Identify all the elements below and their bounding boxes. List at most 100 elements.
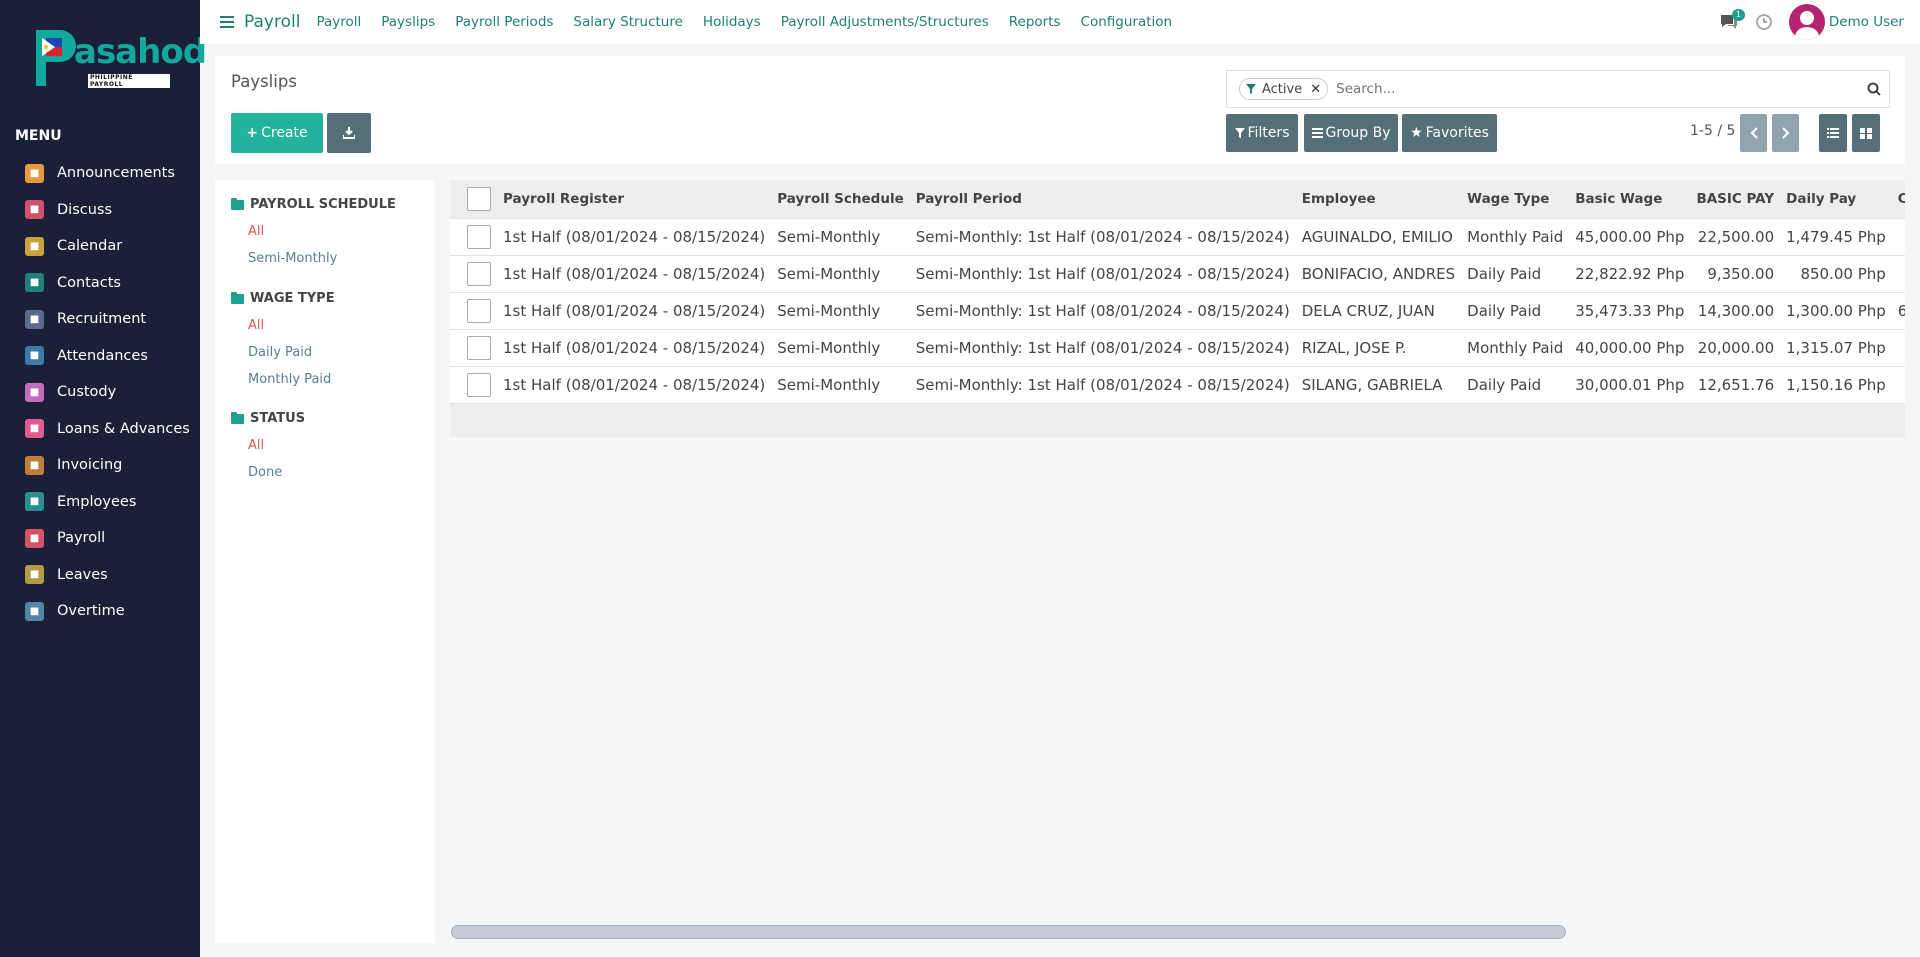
list-view-button[interactable] [1819,114,1847,152]
app-icon: ■ [25,419,44,439]
chat-icon[interactable]: 1 [1719,9,1745,31]
logo-text: asahod [74,32,207,72]
sidebar-item-discuss[interactable]: ■ Discuss [0,192,200,229]
filter-option[interactable]: All [248,438,305,453]
nav-link-holidays[interactable]: Holidays [703,14,761,30]
table-row[interactable]: 1st Half (08/01/2024 - 08/15/2024) Semi-M… [450,328,1905,366]
create-button-label: Create [261,125,308,141]
filter-option[interactable]: All [248,318,335,333]
table-cell: Daily Paid [1461,291,1570,329]
sidebar-item-contacts[interactable]: ■ Contacts [0,265,200,302]
sidebar-item-custody[interactable]: ■ Custody [0,374,200,411]
sidebar-item-attendances[interactable]: ■ Attendances [0,338,200,375]
row-checkbox[interactable] [467,298,491,323]
row-select-cell [450,291,497,329]
logo-p-icon [36,30,76,86]
column-header[interactable]: BASIC PAY [1690,180,1781,218]
sidebar-item-label: Overtime [57,603,125,620]
app-title[interactable]: Payroll [244,12,300,32]
favorites-button[interactable]: ★ Favorites [1402,114,1497,152]
sidebar-item-label: Discuss [57,201,113,218]
nav-link-payslips[interactable]: Payslips [381,14,435,30]
filter-option[interactable]: Daily Paid [248,345,335,360]
select-all-checkbox[interactable] [467,186,491,211]
row-select-cell [450,328,497,366]
horizontal-scrollbar[interactable] [451,925,1566,939]
folder-icon [231,197,244,210]
user-avatar[interactable] [1788,4,1825,40]
sidebar-item-loans-advances[interactable]: ■ Loans & Advances [0,411,200,448]
sidebar-item-announcements[interactable]: ■ Announcements [0,155,200,192]
filter-option[interactable]: Semi-Monthly [248,251,396,266]
kanban-view-button[interactable] [1852,114,1880,152]
user-name[interactable]: Demo User [1829,14,1904,30]
nav-link-payroll[interactable]: Payroll [316,14,361,30]
filter-option[interactable]: Monthly Paid [248,372,335,387]
pager-previous-button[interactable] [1740,114,1767,152]
row-select-cell [450,365,497,403]
table-row[interactable]: 1st Half (08/01/2024 - 08/15/2024) Semi-M… [450,217,1905,255]
filter-option[interactable]: Done [248,465,305,480]
row-checkbox[interactable] [467,224,491,249]
nav-links: Payroll Payslips Payroll Periods Salary Str… [316,14,1192,30]
payslips-table: Payroll Register Payroll Schedule Payroll … [450,180,1905,437]
create-button[interactable]: + Create [231,113,323,153]
row-checkbox[interactable] [467,372,491,397]
table-cell: AGUINALDO, EMILIO [1295,217,1462,255]
nav-link-payroll-periods[interactable]: Payroll Periods [455,14,553,30]
hamburger-menu-icon[interactable] [220,16,234,28]
nav-link-payroll-adjustments-structures[interactable]: Payroll Adjustments/Structures [781,14,989,30]
row-checkbox[interactable] [467,335,491,360]
sidebar-item-label: Loans & Advances [57,420,190,437]
app-icon: ■ [25,273,44,293]
row-select-cell [450,217,497,255]
search-facet-active[interactable]: Active ✕ [1239,78,1329,100]
menu-list: ■ Announcements ■ Discuss ■ Calendar ■ Contacts… [0,155,200,630]
sidebar-item-recruitment[interactable]: ■ Recruitment [0,301,200,338]
table-cell: Semi-Monthly [771,328,910,366]
pager-value[interactable]: 1-5 / 5 [1690,123,1735,139]
row-checkbox[interactable] [467,261,491,286]
table-cell: Semi-Monthly: 1st Half (08/01/2024 - 08/… [909,217,1296,255]
download-button[interactable] [327,113,371,153]
clock-icon[interactable] [1755,13,1773,31]
pasahod-logo[interactable]: asahod PHILIPPINE PAYROLL [30,22,207,88]
pager-next-button[interactable] [1772,114,1799,152]
remove-facet-icon[interactable]: ✕ [1310,82,1321,97]
section-header: STATUS [231,411,305,426]
nav-link-configuration[interactable]: Configuration [1081,14,1173,30]
column-header[interactable]: Payroll Register [497,180,772,218]
sidebar-item-overtime[interactable]: ■ Overtime [0,593,200,630]
search-icon[interactable] [1867,82,1881,96]
filters-button[interactable]: Filters [1226,114,1298,152]
table-cell [1891,217,1905,255]
sidebar-item-invoicing[interactable]: ■ Invoicing [0,447,200,484]
sidebar-item-leaves[interactable]: ■ Leaves [0,557,200,594]
column-header[interactable]: Basic Wage [1569,180,1691,218]
search-input[interactable] [1336,81,1857,97]
folder-icon [231,291,244,304]
app-icon: ■ [25,236,44,256]
column-header[interactable]: Payroll Schedule [771,180,910,218]
download-icon [343,127,355,139]
sidebar-item-calendar[interactable]: ■ Calendar [0,228,200,265]
filter-option[interactable]: All [248,224,396,239]
nav-link-salary-structure[interactable]: Salary Structure [573,14,683,30]
nav-link-reports[interactable]: Reports [1009,14,1061,30]
section-title: PAYROLL SCHEDULE [250,197,396,212]
table-row[interactable]: 1st Half (08/01/2024 - 08/15/2024) Semi-M… [450,291,1905,329]
sidebar-item-payroll[interactable]: ■ Payroll [0,520,200,557]
group-by-button[interactable]: Group By [1304,114,1398,152]
column-header[interactable]: COLA [1891,180,1905,218]
table-row[interactable]: 1st Half (08/01/2024 - 08/15/2024) Semi-M… [450,254,1905,292]
column-header[interactable]: Payroll Period [909,180,1296,218]
table-cell: Semi-Monthly: 1st Half (08/01/2024 - 08/… [909,328,1296,366]
facet-label: Active [1262,81,1303,97]
app-icon: ■ [25,455,44,475]
column-header[interactable]: Daily Pay [1780,180,1892,218]
table-row[interactable]: 1st Half (08/01/2024 - 08/15/2024) Semi-M… [450,365,1905,403]
column-header[interactable]: Wage Type [1461,180,1570,218]
column-header[interactable]: Employee [1295,180,1462,218]
sidebar-item-employees[interactable]: ■ Employees [0,484,200,521]
table-cell [1891,328,1905,366]
